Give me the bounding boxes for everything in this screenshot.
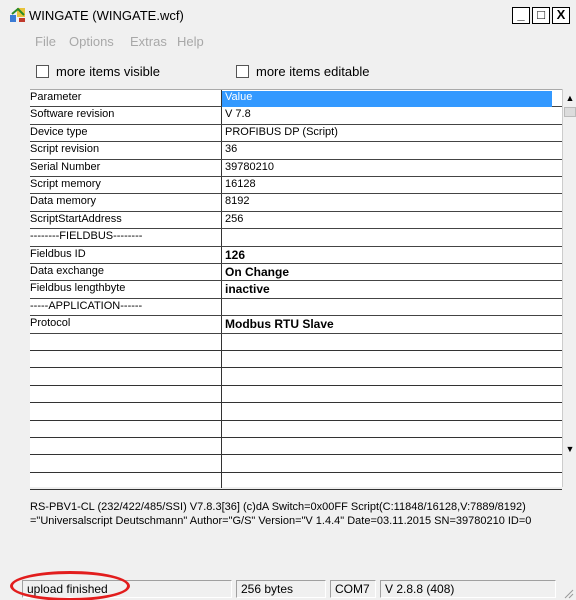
window-title: WINGATE (WINGATE.wcf) (29, 8, 184, 23)
parameter-cell: Serial Number (30, 160, 101, 173)
status-version: V 2.8.8 (408) (380, 580, 556, 598)
empty-table-row[interactable] (30, 473, 562, 491)
status-port: COM7 (330, 580, 376, 598)
wingate-app-icon (9, 6, 27, 24)
title-bar[interactable]: WINGATE (WINGATE.wcf) _ □ X (0, 0, 576, 30)
parameter-cell: Software revision (30, 108, 115, 121)
grid-header-row: Parameter Value (30, 90, 562, 108)
checkbox-box[interactable] (236, 65, 249, 78)
scroll-down-icon[interactable]: ▼ (565, 443, 575, 455)
parameter-cell: Data exchange (30, 265, 104, 277)
table-row[interactable]: --------FIELDBUS-------- (30, 229, 562, 247)
checkbox-label: more items visible (56, 64, 161, 79)
value-cell[interactable]: 39780210 (225, 161, 555, 173)
status-size: 256 bytes (236, 580, 326, 598)
menu-file[interactable]: File (35, 34, 56, 49)
table-row[interactable]: Script memory 16128 (30, 177, 562, 195)
value-cell[interactable]: inactive (225, 282, 555, 296)
scroll-up-icon[interactable]: ▲ (565, 92, 575, 104)
value-cell[interactable]: 126 (225, 248, 555, 262)
parameter-cell: --------FIELDBUS-------- (30, 230, 143, 243)
empty-table-row[interactable] (30, 351, 562, 369)
table-row[interactable]: -----APPLICATION------ (30, 299, 562, 317)
parameter-cell: -----APPLICATION------ (30, 299, 143, 312)
parameter-column-header: Parameter (30, 91, 82, 103)
empty-table-row[interactable] (30, 421, 562, 438)
value-cell[interactable]: On Change (225, 265, 555, 279)
menu-help[interactable]: Help (177, 34, 204, 49)
empty-table-row[interactable] (30, 386, 562, 404)
value-cell[interactable]: Modbus RTU Slave (225, 317, 555, 331)
annotation-highlight-ring (10, 571, 130, 600)
value-cell[interactable]: 36 (225, 143, 555, 155)
empty-table-row[interactable] (30, 455, 562, 473)
value-cell[interactable]: V 7.8 (225, 108, 555, 120)
app-window: WINGATE (WINGATE.wcf) _ □ X File Options… (0, 0, 576, 600)
table-row[interactable]: Serial Number 39780210 (30, 160, 562, 177)
parameter-cell: ScriptStartAddress (30, 212, 122, 225)
checkbox-box[interactable] (36, 65, 49, 78)
device-info-text: RS-PBV1-CL (232/422/485/SSI) V7.8.3[36] … (30, 500, 576, 528)
grid-scrollbar[interactable]: ▲ ▼ (562, 89, 576, 487)
menu-options[interactable]: Options (69, 34, 114, 49)
maximize-button[interactable]: □ (532, 7, 550, 24)
parameter-cell: Script memory (30, 178, 101, 190)
parameter-cell: Data memory (30, 195, 97, 208)
parameter-cell: Fieldbus lengthbyte (30, 282, 126, 295)
table-row[interactable]: Script revision 36 (30, 142, 562, 160)
device-info-line-1: RS-PBV1-CL (232/422/485/SSI) V7.8.3[36] … (30, 501, 526, 513)
close-button[interactable]: X (552, 7, 570, 24)
parameter-cell: Device type (30, 125, 88, 138)
table-row[interactable]: Protocol Modbus RTU Slave (30, 316, 562, 334)
value-cell[interactable]: 16128 (225, 178, 555, 190)
parameter-cell: Protocol (30, 317, 71, 330)
value-column-header[interactable]: Value (222, 91, 552, 107)
table-row[interactable]: Fieldbus lengthbyte inactive (30, 281, 562, 299)
parameter-grid[interactable]: Parameter Value Software revision V 7.8 De… (30, 89, 576, 491)
value-cell[interactable]: PROFIBUS DP (Script) (225, 126, 555, 138)
minimize-button[interactable]: _ (512, 7, 530, 24)
empty-table-row[interactable] (30, 334, 562, 351)
value-cell[interactable]: 256 (225, 213, 555, 225)
parameter-cell: Script revision (30, 143, 100, 156)
value-cell[interactable]: 8192 (225, 195, 555, 207)
empty-table-row[interactable] (30, 438, 562, 456)
resize-grip-icon[interactable] (564, 588, 574, 599)
scroll-thumb[interactable] (564, 107, 576, 117)
table-row[interactable]: Device type PROFIBUS DP (Script) (30, 125, 562, 143)
table-row[interactable]: Data memory 8192 (30, 194, 562, 212)
empty-table-row[interactable] (30, 403, 562, 421)
empty-table-row[interactable] (30, 368, 562, 386)
table-row[interactable]: Fieldbus ID 126 (30, 247, 562, 264)
table-row[interactable]: ScriptStartAddress 256 (30, 212, 562, 230)
table-row[interactable]: Data exchange On Change (30, 264, 562, 282)
table-row[interactable]: Software revision V 7.8 (30, 107, 562, 125)
device-info-line-2: ="Universalscript Deutschmann" Author="G… (30, 515, 532, 527)
parameter-cell: Fieldbus ID (30, 247, 86, 260)
checkbox-label: more items editable (256, 64, 370, 79)
menu-extras[interactable]: Extras (130, 34, 167, 49)
